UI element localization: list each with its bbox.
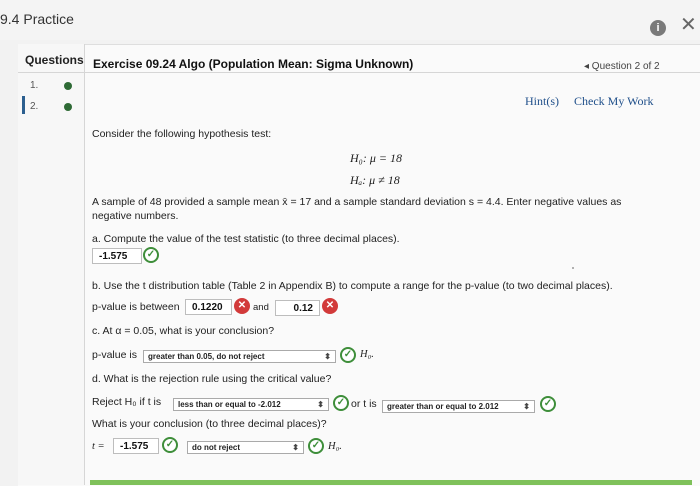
info-icon[interactable]: i [650, 20, 666, 36]
rejection-rule-select-1-value: less than or equal to -2.012 [178, 400, 281, 409]
hint-link[interactable]: Hint(s) [525, 94, 559, 109]
rejection-rule-select-1[interactable]: less than or equal to -2.012 ⬍ [173, 398, 329, 411]
header-divider [18, 72, 700, 73]
p-value-lower-answer[interactable]: 0.1220 [185, 299, 232, 315]
part-c-prompt: c. At α = 0.05, what is your conclusion? [92, 325, 275, 337]
question-navigation[interactable]: ◂ Question 2 of 2 [584, 61, 660, 72]
h0-suffix: H₀. [360, 349, 374, 360]
window-title: 9.4 Practice [0, 11, 74, 27]
rejection-rule-select-2-value: greater than or equal to 2.012 [387, 402, 499, 411]
decision-select-value: do not reject [192, 443, 241, 452]
rejection-rule-select-2[interactable]: greater than or equal to 2.012 ⬍ [382, 400, 535, 413]
and-label: and [253, 302, 269, 313]
sample-description-cont: negative numbers. [92, 210, 179, 222]
reject-h0-label: Reject H₀ if t is [92, 396, 162, 408]
select-arrow-icon: ⬍ [324, 352, 331, 361]
footer-bar [90, 480, 692, 485]
question-item-2[interactable]: 2. [30, 101, 38, 112]
h0-suffix-d: H₀. [328, 441, 342, 452]
close-icon[interactable]: ✕ [680, 15, 697, 35]
question-item-1[interactable]: 1. [30, 80, 38, 91]
questions-sidebar [18, 44, 85, 485]
decision-select[interactable]: do not reject ⬍ [187, 441, 304, 454]
select-arrow-icon: ⬍ [317, 400, 324, 409]
questions-header: Questions [25, 53, 84, 67]
correct-icon: ✓ [340, 347, 356, 363]
incorrect-icon: ✕ [234, 298, 250, 314]
t-equals-label: t = [92, 441, 105, 452]
null-hypothesis: H₀: μ = 18 [350, 151, 402, 165]
select-arrow-icon: ⬍ [523, 402, 530, 411]
sample-description: A sample of 48 provided a sample mean x̄… [92, 196, 622, 208]
check-my-work-link[interactable]: Check My Work [574, 94, 653, 109]
correct-icon: ✓ [143, 247, 159, 263]
p-value-is-label: p-value is [92, 349, 137, 361]
conclusion-select-value: greater than 0.05, do not reject [148, 352, 265, 361]
correct-icon: ✓ [308, 438, 324, 454]
complete-icon [64, 82, 72, 90]
alt-hypothesis: Hₐ: μ ≠ 18 [350, 173, 400, 187]
p-value-between-label: p-value is between [92, 301, 180, 313]
part-d-prompt: d. What is the rejection rule using the … [92, 373, 332, 385]
correct-icon: ✓ [162, 437, 178, 453]
exercise-title: Exercise 09.24 Algo (Population Mean: Si… [93, 57, 414, 71]
select-arrow-icon: ⬍ [292, 443, 299, 452]
part-a-prompt: a. Compute the value of the test statist… [92, 233, 400, 245]
conclusion-select[interactable]: greater than 0.05, do not reject ⬍ [143, 350, 336, 363]
test-statistic-answer[interactable]: -1.575 [92, 248, 142, 264]
divider-dot [572, 267, 574, 269]
correct-icon: ✓ [333, 395, 349, 411]
title-bar: 9.4 Practice i ✕ [0, 0, 700, 40]
t-value-answer[interactable]: -1.575 [113, 438, 159, 454]
conclusion-question: What is your conclusion (to three decima… [92, 418, 327, 430]
problem-intro: Consider the following hypothesis test: [92, 128, 272, 140]
correct-icon: ✓ [540, 396, 556, 412]
or-t-is-label: or t is [351, 398, 377, 410]
part-b-prompt: b. Use the t distribution table (Table 2… [92, 280, 613, 292]
selected-indicator [22, 96, 25, 114]
complete-icon [64, 103, 72, 111]
p-value-upper-answer[interactable]: 0.12 [275, 300, 320, 316]
incorrect-icon: ✕ [322, 298, 338, 314]
